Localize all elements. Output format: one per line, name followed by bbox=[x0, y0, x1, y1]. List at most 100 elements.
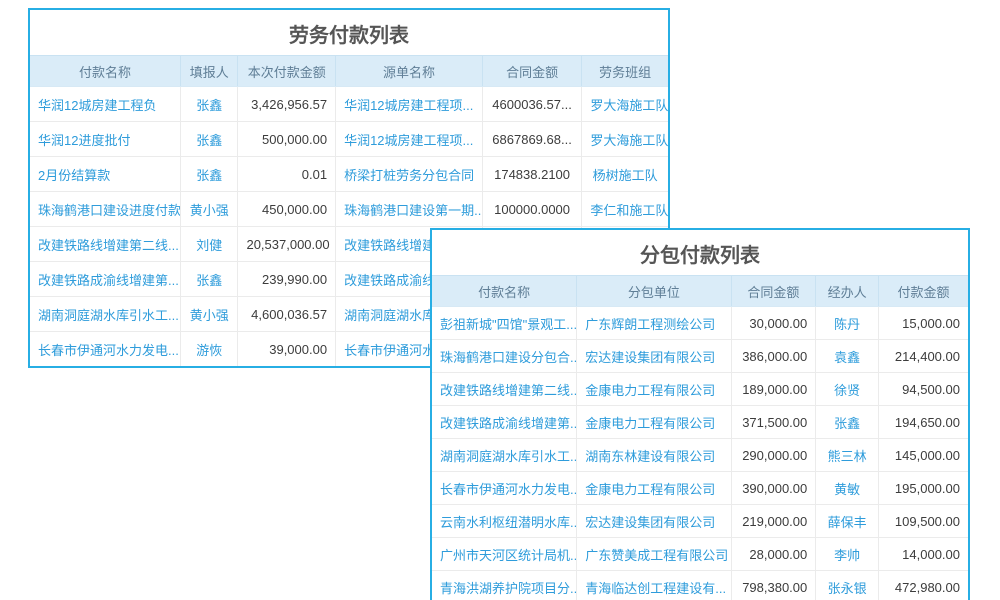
cell-link[interactable]: 罗大海施工队 bbox=[582, 87, 668, 122]
cell-link[interactable]: 广东辉朗工程测绘公司 bbox=[577, 307, 731, 340]
cell-link[interactable]: 桥梁打桩劳务分包合同 bbox=[336, 157, 483, 192]
header-row: 付款名称填报人本次付款金额源单名称合同金额劳务班组 bbox=[30, 56, 668, 87]
cell-link[interactable]: 张鑫 bbox=[181, 262, 238, 297]
cell-link[interactable]: 游恢 bbox=[181, 332, 238, 367]
page: 劳务付款列表 付款名称填报人本次付款金额源单名称合同金额劳务班组华润12城房建工… bbox=[0, 0, 1000, 600]
cell-link[interactable]: 金康电力工程有限公司 bbox=[577, 406, 731, 439]
cell-link[interactable]: 湖南洞庭湖水库引水工... bbox=[432, 439, 577, 472]
table-row: 湖南洞庭湖水库引水工...湖南东林建设有限公司290,000.00熊三林145,… bbox=[432, 439, 968, 472]
cell-value: 390,000.00 bbox=[731, 472, 816, 505]
cell-value: 239,990.00 bbox=[238, 262, 336, 297]
cell-link[interactable]: 宏达建设集团有限公司 bbox=[577, 505, 731, 538]
cell-link[interactable]: 珠海鹤港口建设分包合... bbox=[432, 340, 577, 373]
cell-link[interactable]: 黄小强 bbox=[181, 297, 238, 332]
cell-link[interactable]: 广州市天河区统计局机... bbox=[432, 538, 577, 571]
cell-value: 386,000.00 bbox=[731, 340, 816, 373]
cell-link[interactable]: 青海洪湖养护院项目分... bbox=[432, 571, 577, 600]
table-row: 2月份结算款张鑫0.01桥梁打桩劳务分包合同174838.2100杨树施工队 bbox=[30, 157, 668, 192]
cell-link[interactable]: 湖南东林建设有限公司 bbox=[577, 439, 731, 472]
cell-link[interactable]: 云南水利枢纽潜明水库... bbox=[432, 505, 577, 538]
cell-value: 472,980.00 bbox=[878, 571, 968, 600]
cell-link[interactable]: 张鑫 bbox=[181, 87, 238, 122]
cell-link[interactable]: 张鑫 bbox=[181, 157, 238, 192]
cell-link[interactable]: 张鑫 bbox=[181, 122, 238, 157]
cell-value: 219,000.00 bbox=[731, 505, 816, 538]
cell-link[interactable]: 陈丹 bbox=[816, 307, 879, 340]
cell-value: 290,000.00 bbox=[731, 439, 816, 472]
cell-value: 94,500.00 bbox=[878, 373, 968, 406]
subcontract-payment-panel: 分包付款列表 付款名称分包单位合同金额经办人付款金额彭祖新城"四馆"景观工...… bbox=[430, 228, 970, 600]
table-row: 珠海鹤港口建设分包合...宏达建设集团有限公司386,000.00袁鑫214,4… bbox=[432, 340, 968, 373]
subcontract-panel-title: 分包付款列表 bbox=[432, 230, 968, 275]
cell-link[interactable]: 彭祖新城"四馆"景观工... bbox=[432, 307, 577, 340]
cell-link[interactable]: 改建铁路线增建第二线... bbox=[30, 227, 181, 262]
header-row: 付款名称分包单位合同金额经办人付款金额 bbox=[432, 276, 968, 307]
column-header-3: 本次付款金额 bbox=[238, 56, 336, 87]
cell-link[interactable]: 2月份结算款 bbox=[30, 157, 181, 192]
labor-panel-title: 劳务付款列表 bbox=[30, 10, 668, 55]
cell-link[interactable]: 长春市伊通河水力发电... bbox=[30, 332, 181, 367]
cell-link[interactable]: 改建铁路成渝线增建第... bbox=[432, 406, 577, 439]
table-row: 青海洪湖养护院项目分...青海临达创工程建设有...798,380.00张永银4… bbox=[432, 571, 968, 600]
cell-value: 14,000.00 bbox=[878, 538, 968, 571]
cell-link[interactable]: 改建铁路成渝线增建第... bbox=[30, 262, 181, 297]
cell-link[interactable]: 袁鑫 bbox=[816, 340, 879, 373]
column-header-5: 合同金额 bbox=[482, 56, 582, 87]
cell-link[interactable]: 华润12城房建工程项... bbox=[336, 122, 483, 157]
table-row: 改建铁路线增建第二线...金康电力工程有限公司189,000.00徐贤94,50… bbox=[432, 373, 968, 406]
cell-value: 214,400.00 bbox=[878, 340, 968, 373]
cell-value: 195,000.00 bbox=[878, 472, 968, 505]
cell-value: 4,600,036.57 bbox=[238, 297, 336, 332]
cell-value: 15,000.00 bbox=[878, 307, 968, 340]
table-row: 华润12进度批付张鑫500,000.00华润12城房建工程项...6867869… bbox=[30, 122, 668, 157]
cell-link[interactable]: 徐贤 bbox=[816, 373, 879, 406]
cell-link[interactable]: 黄敏 bbox=[816, 472, 879, 505]
column-header-4: 源单名称 bbox=[336, 56, 483, 87]
cell-value: 4600036.57... bbox=[482, 87, 582, 122]
cell-value: 500,000.00 bbox=[238, 122, 336, 157]
cell-link[interactable]: 金康电力工程有限公司 bbox=[577, 472, 731, 505]
cell-link[interactable]: 珠海鹤港口建设进度付款 bbox=[30, 192, 181, 227]
subcontract-payment-table: 付款名称分包单位合同金额经办人付款金额彭祖新城"四馆"景观工...广东辉朗工程测… bbox=[432, 275, 968, 600]
cell-value: 20,537,000.00 bbox=[238, 227, 336, 262]
cell-value: 145,000.00 bbox=[878, 439, 968, 472]
cell-value: 174838.2100 bbox=[482, 157, 582, 192]
cell-link[interactable]: 湖南洞庭湖水库引水工... bbox=[30, 297, 181, 332]
cell-link[interactable]: 青海临达创工程建设有... bbox=[577, 571, 731, 600]
cell-link[interactable]: 改建铁路线增建第二线... bbox=[432, 373, 577, 406]
cell-link[interactable]: 熊三林 bbox=[816, 439, 879, 472]
cell-value: 100000.0000 bbox=[482, 192, 582, 227]
cell-link[interactable]: 珠海鹤港口建设第一期... bbox=[336, 192, 483, 227]
column-header-2: 分包单位 bbox=[577, 276, 731, 307]
column-header-1: 付款名称 bbox=[30, 56, 181, 87]
cell-link[interactable]: 张永银 bbox=[816, 571, 879, 600]
cell-value: 109,500.00 bbox=[878, 505, 968, 538]
cell-value: 39,000.00 bbox=[238, 332, 336, 367]
cell-link[interactable]: 宏达建设集团有限公司 bbox=[577, 340, 731, 373]
table-row: 华润12城房建工程负张鑫3,426,956.57华润12城房建工程项...460… bbox=[30, 87, 668, 122]
cell-link[interactable]: 金康电力工程有限公司 bbox=[577, 373, 731, 406]
cell-link[interactable]: 华润12进度批付 bbox=[30, 122, 181, 157]
cell-value: 189,000.00 bbox=[731, 373, 816, 406]
cell-value: 798,380.00 bbox=[731, 571, 816, 600]
cell-value: 28,000.00 bbox=[731, 538, 816, 571]
cell-link[interactable]: 李帅 bbox=[816, 538, 879, 571]
cell-value: 30,000.00 bbox=[731, 307, 816, 340]
table-row: 云南水利枢纽潜明水库...宏达建设集团有限公司219,000.00薛保丰109,… bbox=[432, 505, 968, 538]
cell-link[interactable]: 长春市伊通河水力发电... bbox=[432, 472, 577, 505]
cell-link[interactable]: 薛保丰 bbox=[816, 505, 879, 538]
cell-value: 450,000.00 bbox=[238, 192, 336, 227]
cell-link[interactable]: 张鑫 bbox=[816, 406, 879, 439]
cell-link[interactable]: 罗大海施工队 bbox=[582, 122, 668, 157]
column-header-1: 付款名称 bbox=[432, 276, 577, 307]
cell-link[interactable]: 广东赞美成工程有限公司 bbox=[577, 538, 731, 571]
column-header-6: 劳务班组 bbox=[582, 56, 668, 87]
cell-link[interactable]: 黄小强 bbox=[181, 192, 238, 227]
column-header-5: 付款金额 bbox=[878, 276, 968, 307]
cell-link[interactable]: 华润12城房建工程项... bbox=[336, 87, 483, 122]
cell-value: 0.01 bbox=[238, 157, 336, 192]
cell-link[interactable]: 杨树施工队 bbox=[582, 157, 668, 192]
cell-link[interactable]: 华润12城房建工程负 bbox=[30, 87, 181, 122]
cell-link[interactable]: 刘健 bbox=[181, 227, 238, 262]
cell-link[interactable]: 李仁和施工队 bbox=[582, 192, 668, 227]
